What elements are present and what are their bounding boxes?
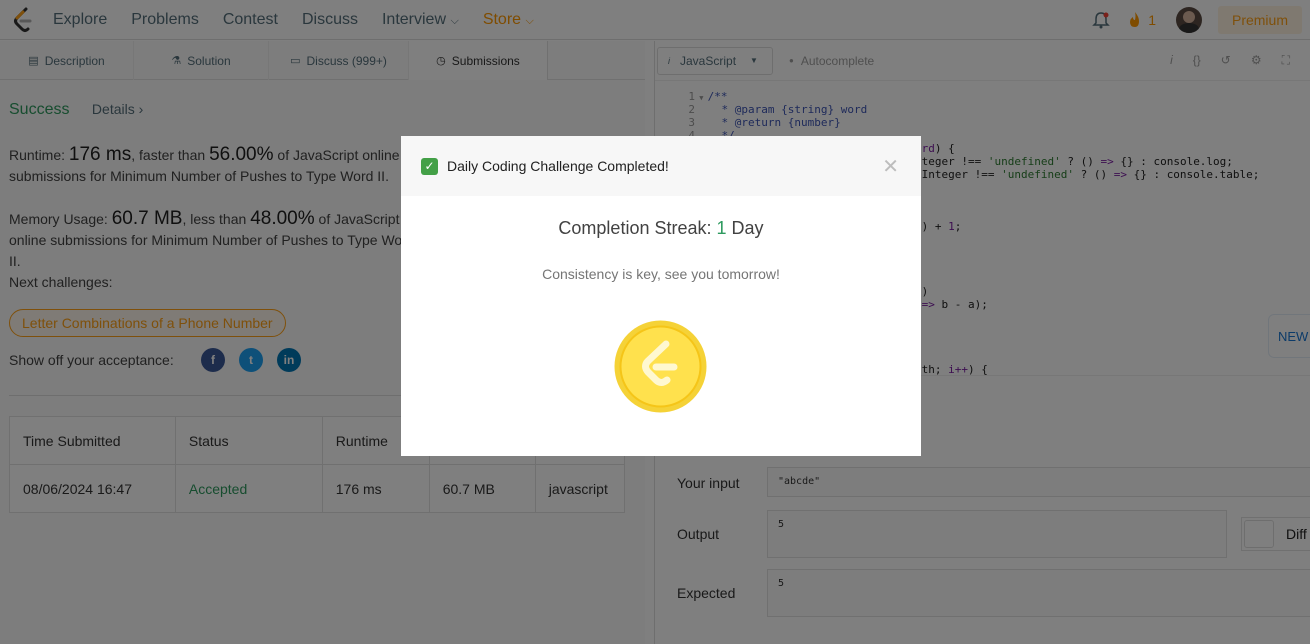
completion-streak: Completion Streak: 1 Day [401,218,921,239]
consistency-message: Consistency is key, see you tomorrow! [542,266,780,282]
daily-challenge-modal: ✓ Daily Coding Challenge Completed! ✕ Co… [401,136,921,456]
streak-number: 1 [716,218,727,238]
close-icon[interactable]: ✕ [882,154,899,179]
streak-prefix: Completion Streak: [558,218,712,238]
leetcode-coin-icon [614,320,707,413]
check-icon: ✓ [421,157,438,175]
modal-title: Daily Coding Challenge Completed! [447,158,669,174]
streak-suffix: Day [731,218,764,238]
modal-header: ✓ Daily Coding Challenge Completed! ✕ [401,136,921,196]
